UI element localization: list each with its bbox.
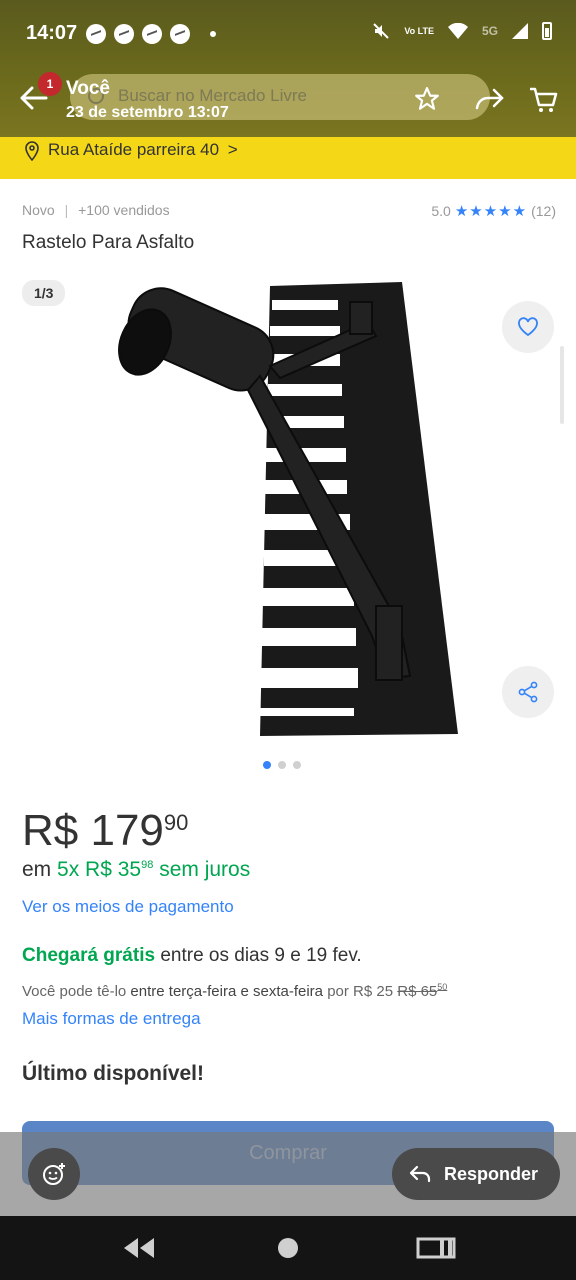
product-meta: Novo | +100 vendidos bbox=[22, 202, 170, 218]
rating-count: (12) bbox=[531, 203, 556, 219]
installments: em 5x R$ 3598 sem juros bbox=[22, 858, 250, 882]
star-icon[interactable] bbox=[414, 86, 440, 112]
message-date: 23 de setembro 13:07 bbox=[66, 104, 229, 121]
delivery-dates: entre os dias 9 e 19 fev. bbox=[160, 945, 362, 966]
reply-button[interactable]: Responder bbox=[392, 1148, 560, 1200]
installment-prefix: em bbox=[22, 858, 52, 881]
product-gallery[interactable] bbox=[0, 266, 576, 746]
nav-recents-icon[interactable] bbox=[416, 1236, 456, 1260]
messenger-icon bbox=[114, 24, 134, 44]
sold-count: +100 vendidos bbox=[78, 202, 170, 218]
favorite-button[interactable] bbox=[502, 301, 554, 353]
installment-cents: 98 bbox=[141, 859, 154, 871]
gallery-scroll-indicator bbox=[560, 346, 564, 424]
nav-back-icon[interactable] bbox=[120, 1236, 158, 1260]
stock-status: Último disponível! bbox=[22, 1062, 205, 1085]
rating-value: 5.0 bbox=[431, 203, 451, 219]
installment-main: 5x R$ 35 bbox=[57, 858, 142, 881]
reply-label: Responder bbox=[444, 1163, 539, 1184]
pickup-old-price-main: R$ 65 bbox=[397, 983, 438, 1000]
sender-name: Você bbox=[66, 78, 111, 99]
payment-methods-link[interactable]: Ver os meios de pagamento bbox=[22, 897, 234, 917]
signal-icon bbox=[512, 23, 528, 39]
rating-stars: ★★★★★ bbox=[454, 203, 528, 220]
mute-icon bbox=[373, 23, 390, 39]
status-bar: 14:07 Vo LTE 5G bbox=[0, 0, 576, 66]
status-time: 14:07 bbox=[26, 22, 78, 44]
system-nav-bar bbox=[0, 1216, 576, 1280]
status-right: Vo LTE 5G bbox=[372, 22, 552, 40]
location-pin-icon bbox=[25, 141, 39, 161]
pickup-old-price-cents: 50 bbox=[437, 982, 448, 992]
gallery-pagination[interactable] bbox=[263, 761, 301, 769]
wifi-icon bbox=[447, 23, 468, 39]
installment-suffix: sem juros bbox=[159, 858, 251, 881]
emoji-button[interactable] bbox=[28, 1148, 80, 1200]
pagination-dot-active[interactable] bbox=[263, 761, 271, 769]
pagination-dot[interactable] bbox=[278, 761, 286, 769]
product-title: Rastelo Para Asfalto bbox=[22, 232, 195, 253]
top-header: 14:07 Vo LTE 5G Buscar no Mercado Livre … bbox=[0, 0, 576, 137]
installment-value: 5x R$ 3598 sem juros bbox=[57, 858, 250, 881]
product-price: R$ 17990 bbox=[22, 806, 188, 856]
share-arrow-icon[interactable] bbox=[474, 86, 506, 112]
image-counter: 1/3 bbox=[22, 280, 66, 306]
pickup-old-price: R$ 6550 bbox=[397, 982, 448, 1000]
condition-label: Novo bbox=[22, 202, 55, 218]
share-button[interactable] bbox=[502, 666, 554, 718]
notification-icons bbox=[86, 24, 190, 44]
reply-icon bbox=[409, 1165, 431, 1183]
more-delivery-link[interactable]: Mais formas de entrega bbox=[22, 1009, 201, 1029]
address-label: Rua Ataíde parreira 40 bbox=[48, 140, 220, 159]
meta-separator: | bbox=[64, 202, 69, 218]
cart-icon[interactable] bbox=[528, 86, 558, 114]
address-text[interactable]: Rua Ataíde parreira 40 > bbox=[48, 140, 238, 160]
pagination-dot[interactable] bbox=[293, 761, 301, 769]
heart-icon bbox=[518, 317, 538, 337]
price-integer: 179 bbox=[90, 806, 164, 855]
price-cents: 90 bbox=[163, 810, 189, 835]
pickup-days: entre terça-feira e sexta-feira bbox=[130, 983, 324, 1000]
search-placeholder: Buscar no Mercado Livre bbox=[118, 86, 307, 105]
pickup-prefix: Você pode tê-lo bbox=[22, 983, 127, 1000]
free-shipping-label: Chegará grátis bbox=[22, 945, 156, 966]
network-label: Vo LTE bbox=[404, 25, 434, 36]
delivery-info: Chegará grátis entre os dias 9 e 19 fev. bbox=[22, 945, 362, 967]
price-currency: R$ bbox=[22, 806, 79, 855]
messenger-icon bbox=[142, 24, 162, 44]
pickup-price: por R$ 25 bbox=[327, 983, 394, 1000]
messenger-icon bbox=[170, 24, 190, 44]
emoji-add-icon bbox=[43, 1163, 65, 1185]
rating-summary[interactable]: 5.0 ★★★★★ (12) bbox=[431, 202, 556, 220]
messenger-icon bbox=[86, 24, 106, 44]
more-notifications-dot bbox=[210, 31, 216, 37]
pickup-info: Você pode tê-lo entre terça-feira e sext… bbox=[22, 982, 447, 1000]
product-image[interactable] bbox=[0, 266, 576, 746]
battery-icon bbox=[542, 22, 552, 40]
share-icon bbox=[518, 681, 538, 703]
notification-badge: 1 bbox=[38, 72, 62, 96]
nav-home-icon[interactable] bbox=[276, 1236, 300, 1260]
signal-label: 5G bbox=[481, 24, 498, 38]
chevron-right-icon: > bbox=[227, 140, 238, 159]
